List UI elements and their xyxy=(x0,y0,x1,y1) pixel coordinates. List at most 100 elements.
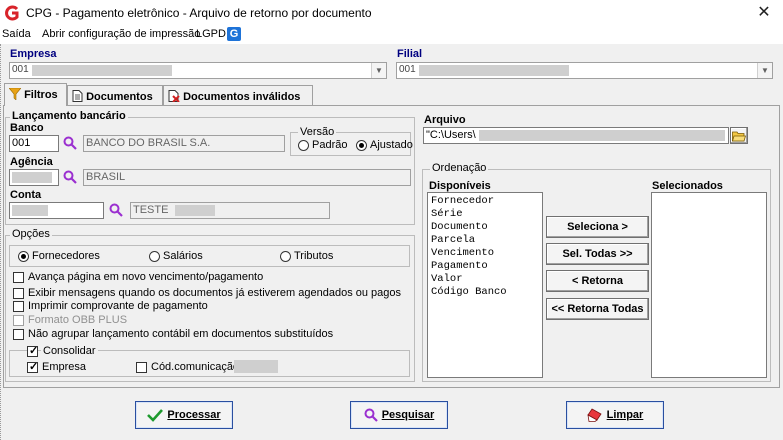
limpar-button-label: Limpar xyxy=(606,409,644,421)
search-icon[interactable] xyxy=(63,136,77,150)
list-item[interactable]: Parcela xyxy=(431,234,475,246)
radio-fornecedores-label: Fornecedores xyxy=(32,250,100,262)
tab-filtros-label: Filtros xyxy=(24,89,58,101)
list-item[interactable]: Fornecedor xyxy=(431,195,494,207)
lancamento-bancario-title: Lançamento bancário xyxy=(10,110,128,122)
disponiveis-list[interactable]: Fornecedor Série Documento Parcela Venci… xyxy=(427,192,543,378)
chevron-down-icon[interactable]: ▼ xyxy=(757,63,772,78)
window-edge xyxy=(0,44,2,440)
menu-bar: Saída Abrir configuração de impressão LG… xyxy=(0,26,783,44)
filial-value: 001 xyxy=(399,64,416,75)
close-icon[interactable]: ✕ xyxy=(753,2,775,24)
seleciona-button-label: Seleciona > xyxy=(567,221,628,233)
list-item[interactable]: Série xyxy=(431,208,463,220)
retorna-button[interactable]: < Retorna xyxy=(546,270,649,292)
check-mark-icon: ✓ xyxy=(29,361,39,373)
search-icon[interactable] xyxy=(109,203,123,217)
radio-salarios-label: Salários xyxy=(163,250,203,262)
menu-item-print-config[interactable]: Abrir configuração de impressão xyxy=(42,28,200,40)
banco-code-input[interactable]: 001 xyxy=(9,135,59,152)
ordenacao-title: Ordenação xyxy=(430,162,489,174)
checkbox-exibir-mensagens[interactable] xyxy=(13,288,24,299)
radio-ajustado-label: Ajustado xyxy=(370,139,413,151)
redacted-agencia-code xyxy=(12,172,52,183)
conta-input[interactable] xyxy=(9,202,104,219)
agencia-code-input[interactable] xyxy=(9,169,59,186)
pesquisar-button-label: Pesquisar xyxy=(381,409,435,421)
selecionados-label: Selecionados xyxy=(652,180,723,192)
checkbox-consolidar-label: Consolidar xyxy=(41,345,98,357)
search-icon xyxy=(364,408,378,422)
pesquisar-button[interactable]: Pesquisar xyxy=(350,401,448,429)
filial-label: Filial xyxy=(397,48,423,60)
checkbox-imprimir-comprovante-label: Imprimir comprovante de pagamento xyxy=(28,300,208,312)
menu-item-lgpd[interactable]: LGPD xyxy=(196,28,226,40)
checkbox-exibir-mensagens-label: Exibir mensagens quando os documentos já… xyxy=(28,287,402,299)
conta-name-value: TESTE xyxy=(133,204,169,216)
list-item[interactable]: Vencimento xyxy=(431,247,494,259)
radio-padrao[interactable] xyxy=(298,140,309,151)
seleciona-button[interactable]: Seleciona > xyxy=(546,216,649,238)
list-item[interactable]: Pagamento xyxy=(431,260,488,272)
sel-todas-button[interactable]: Sel. Todas >> xyxy=(546,243,649,265)
arquivo-label: Arquivo xyxy=(424,114,466,126)
empresa-combo[interactable]: 001 ▼ xyxy=(9,62,387,79)
empresa-label: Empresa xyxy=(10,48,57,60)
redacted-arquivo-path xyxy=(479,130,725,141)
menu-item-saida[interactable]: Saída xyxy=(2,28,31,40)
checkbox-formato-obb-plus-label: Formato OBB PLUS xyxy=(28,314,128,326)
conta-label: Conta xyxy=(10,189,42,201)
lgpd-icon[interactable]: G xyxy=(227,27,241,41)
radio-tributos-label: Tributos xyxy=(294,250,334,262)
tab-documentos[interactable]: Documentos xyxy=(67,85,163,106)
checkbox-avanca-pagina[interactable] xyxy=(13,272,24,283)
agencia-label: Agência xyxy=(10,156,53,168)
retorna-todas-button[interactable]: << Retorna Todas xyxy=(546,298,649,320)
disponiveis-label: Disponíveis xyxy=(429,180,491,192)
selecionados-list[interactable] xyxy=(651,192,767,378)
processar-button[interactable]: Processar xyxy=(135,401,233,429)
list-item[interactable]: Valor xyxy=(431,273,463,285)
document-icon xyxy=(72,90,83,102)
redacted-conta-name xyxy=(175,205,215,216)
radio-ajustado[interactable] xyxy=(356,140,367,151)
list-item[interactable]: Documento xyxy=(431,221,488,233)
tab-filtros[interactable]: Filtros xyxy=(4,83,67,106)
window-title: CPG - Pagamento eletrônico - Arquivo de … xyxy=(26,6,372,20)
title-bar: CPG - Pagamento eletrônico - Arquivo de … xyxy=(0,0,783,26)
folder-open-icon xyxy=(731,131,747,142)
tab-documentos-invalidos-label: Documentos inválidos xyxy=(183,91,301,103)
opcoes-title: Opções xyxy=(10,228,52,240)
search-icon[interactable] xyxy=(63,170,77,184)
radio-salarios[interactable] xyxy=(149,251,160,262)
redacted-cod-comunicacao xyxy=(234,360,278,373)
arquivo-input[interactable]: "C:\Users\ xyxy=(423,127,729,144)
app-logo-icon xyxy=(5,5,19,21)
limpar-button[interactable]: Limpar xyxy=(566,401,664,429)
conta-name-field: TESTE xyxy=(130,202,330,219)
radio-padrao-label: Padrão xyxy=(312,139,348,151)
checkbox-nao-agrupar[interactable] xyxy=(13,329,24,340)
chevron-down-icon[interactable]: ▼ xyxy=(371,63,386,78)
processar-button-label: Processar xyxy=(167,409,221,421)
list-item[interactable]: Código Banco xyxy=(431,286,507,298)
checkbox-avanca-pagina-label: Avança página em novo vencimento/pagamen… xyxy=(28,271,264,283)
checkbox-empresa-label: Empresa xyxy=(42,361,87,373)
radio-fornecedores[interactable] xyxy=(18,251,29,262)
arquivo-value: "C:\Users\ xyxy=(426,129,476,141)
browse-folder-button[interactable] xyxy=(730,127,748,144)
filial-combo[interactable]: 001 ▼ xyxy=(396,62,773,79)
agencia-name-value: BRASIL xyxy=(86,171,126,183)
agencia-name-field: BRASIL xyxy=(83,169,411,186)
checkbox-formato-obb-plus xyxy=(13,315,24,326)
empresa-value: 001 xyxy=(12,64,29,75)
banco-label: Banco xyxy=(10,122,44,134)
radio-tributos[interactable] xyxy=(280,251,291,262)
checkbox-cod-comunicacao[interactable] xyxy=(136,362,147,373)
checkmark-icon xyxy=(147,409,164,422)
checkbox-empresa[interactable]: ✓ xyxy=(27,361,39,373)
checkbox-cod-comunicacao-label: Cód.comunicação xyxy=(151,361,240,373)
checkbox-consolidar[interactable]: ✓ xyxy=(27,345,38,357)
checkbox-imprimir-comprovante[interactable] xyxy=(13,301,24,312)
tab-documentos-invalidos[interactable]: Documentos inválidos xyxy=(163,85,313,106)
